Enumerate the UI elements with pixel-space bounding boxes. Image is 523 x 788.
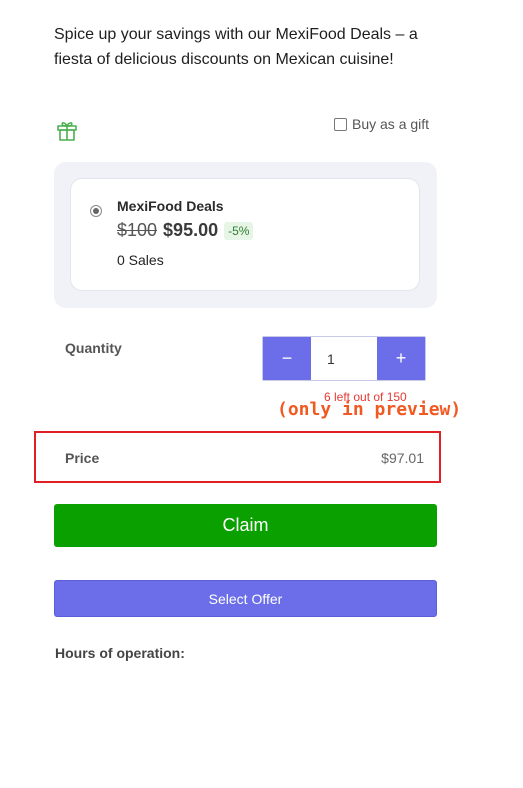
deal-options-panel: MexiFood Deals $100 $95.00 -5% 0 Sales	[54, 162, 437, 308]
buy-as-gift-checkbox[interactable]: Buy as a gift	[334, 116, 429, 132]
gift-icon	[57, 122, 77, 141]
increment-button[interactable]: +	[377, 337, 425, 380]
claim-button[interactable]: Claim	[54, 504, 437, 547]
quantity-stepper: − 1 +	[262, 336, 426, 381]
select-offer-button[interactable]: Select Offer	[54, 580, 437, 617]
quantity-label: Quantity	[65, 340, 122, 356]
hours-of-operation-label: Hours of operation:	[55, 645, 185, 661]
price-row: Price $97.01	[34, 431, 441, 483]
preview-only-note: (only in preview)	[277, 399, 462, 420]
gift-checkbox-label: Buy as a gift	[352, 116, 430, 132]
price-value: $97.01	[381, 450, 424, 466]
sales-count: 0 Sales	[117, 252, 164, 268]
original-price: $100	[117, 220, 158, 240]
deal-option-card[interactable]: MexiFood Deals $100 $95.00 -5% 0 Sales	[70, 178, 420, 291]
deal-radio-button[interactable]	[90, 205, 102, 217]
deal-price-line: $100 $95.00 -5%	[117, 220, 254, 241]
discount-badge: -5%	[224, 221, 254, 240]
decrement-button[interactable]: −	[263, 337, 311, 380]
price-label: Price	[65, 450, 100, 466]
intro-text: Spice up your savings with our MexiFood …	[54, 26, 418, 68]
deal-price: $95.00	[163, 220, 219, 240]
quantity-input[interactable]: 1	[311, 337, 377, 380]
gift-checkbox-box[interactable]	[334, 117, 347, 131]
deal-name: MexiFood Deals	[117, 198, 224, 214]
